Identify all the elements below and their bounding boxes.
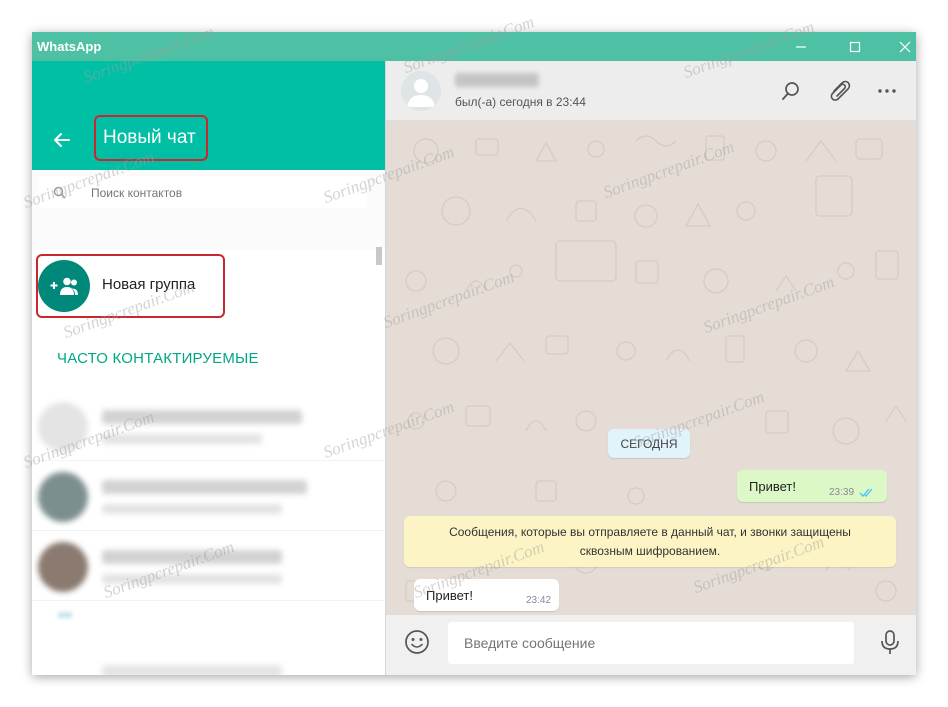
encryption-notice-line1: Сообщения, которые вы отправляете в данн…: [449, 525, 851, 539]
double-check-icon: [859, 488, 873, 497]
search-icon: [53, 186, 66, 199]
minimize-button[interactable]: [778, 32, 824, 61]
date-divider-label: СЕГОДНЯ: [620, 437, 678, 451]
message-text: Привет!: [426, 588, 473, 603]
section-marker-blurred: [58, 612, 72, 618]
search-contacts-input[interactable]: [89, 182, 363, 204]
message-composer: [386, 615, 916, 675]
contact-name-blurred: [102, 665, 282, 675]
whatsapp-window: WhatsApp Новый чат Поиск контактов Новая…: [32, 32, 916, 675]
contact-avatar: [38, 542, 88, 592]
maximize-button[interactable]: [832, 32, 878, 61]
frequent-contacts-heading: ЧАСТО КОНТАКТИРУЕМЫЕ: [57, 350, 259, 367]
date-divider: СЕГОДНЯ: [608, 429, 690, 458]
chat-messages-area[interactable]: СЕГОДНЯ Привет! 23:39 Сообщения, которые…: [386, 121, 916, 615]
incoming-message[interactable]: Привет! 23:42: [414, 579, 559, 611]
more-vertical-icon[interactable]: [875, 79, 899, 103]
conversation-panel: был(-а) сегодня в 23:44 СЕГОДНЯ Привет! …: [386, 61, 916, 675]
message-input[interactable]: [448, 622, 854, 664]
encryption-notice[interactable]: Сообщения, которые вы отправляете в данн…: [404, 516, 896, 567]
contact-row[interactable]: [32, 530, 385, 601]
search-box[interactable]: [39, 176, 367, 208]
maximize-icon: [849, 41, 861, 52]
new-group-label: Новая группа: [102, 276, 196, 293]
title-bar: WhatsApp: [32, 32, 916, 61]
contact-name-blurred: [102, 550, 282, 564]
new-group-item[interactable]: Новая группа: [36, 254, 225, 318]
contact-name-blurred: [102, 480, 307, 494]
message-time: 23:39: [829, 487, 855, 498]
page-title-text: Новый чат: [103, 127, 196, 148]
contact-row[interactable]: [32, 460, 385, 531]
avatar[interactable]: [401, 71, 441, 111]
contact-status-blurred: [102, 574, 282, 584]
page-title: Новый чат: [94, 115, 208, 161]
app-title: WhatsApp: [37, 39, 102, 54]
new-chat-header: Новый чат: [32, 61, 385, 170]
close-button[interactable]: [882, 32, 916, 61]
outgoing-message[interactable]: Привет! 23:39: [737, 470, 887, 502]
group-add-icon: [50, 277, 78, 295]
minimize-icon: [796, 45, 806, 48]
search-zone: [32, 170, 385, 250]
new-chat-panel: Новый чат Поиск контактов Новая группа Ч…: [32, 61, 386, 675]
contact-row[interactable]: [32, 390, 385, 461]
paperclip-icon[interactable]: [827, 79, 851, 103]
emoji-icon[interactable]: [404, 629, 430, 655]
message-text: Привет!: [749, 479, 796, 494]
contact-avatar: [38, 402, 88, 452]
contact-avatar: [38, 472, 88, 522]
chat-header[interactable]: был(-а) сегодня в 23:44: [386, 61, 916, 121]
contact-status-blurred: [102, 504, 282, 514]
message-time: 23:42: [526, 595, 552, 606]
contact-status-blurred: [102, 434, 262, 444]
search-icon[interactable]: [779, 79, 803, 103]
default-avatar-icon: [401, 71, 441, 111]
encryption-notice-line2: сквозным шифрованием.: [579, 544, 721, 558]
microphone-icon[interactable]: [878, 629, 902, 655]
contact-name-blurred: [455, 73, 539, 87]
close-icon: [899, 41, 911, 52]
scrollbar-thumb[interactable]: [376, 247, 382, 265]
new-group-avatar: [38, 260, 90, 312]
last-seen-status: был(-а) сегодня в 23:44: [455, 95, 586, 109]
back-arrow-icon[interactable]: [52, 130, 72, 150]
contact-name-blurred: [102, 410, 302, 424]
